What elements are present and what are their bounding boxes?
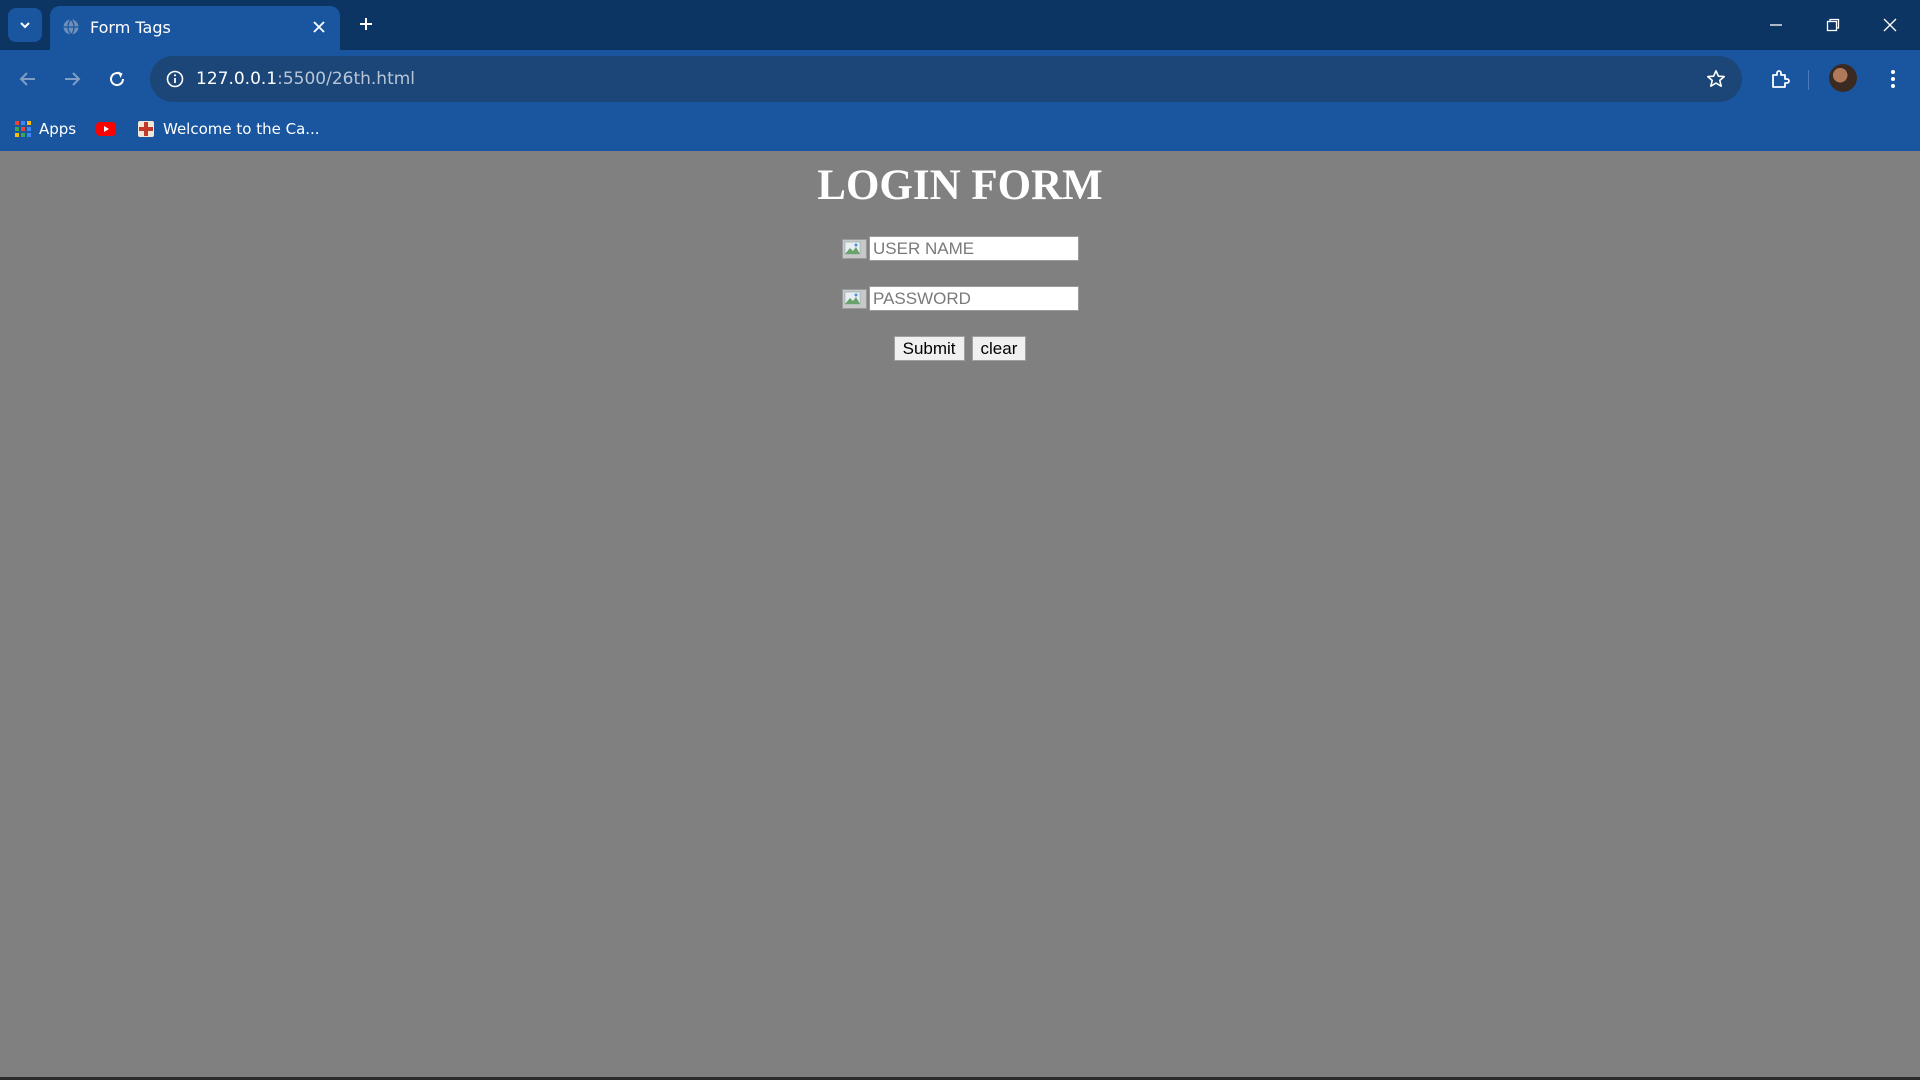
- extensions-button[interactable]: [1762, 60, 1800, 98]
- apps-grid-icon: [15, 121, 31, 137]
- arrow-right-icon: [65, 72, 81, 86]
- close-window-button[interactable]: [1862, 0, 1918, 50]
- url-host: 127.0.0.1: [196, 69, 278, 89]
- username-input[interactable]: [869, 236, 1079, 261]
- restore-icon: [1826, 18, 1840, 32]
- url-text[interactable]: 127.0.0.1:5500/26th.html: [196, 69, 415, 89]
- kebab-menu-icon: [1891, 70, 1895, 88]
- bookmark-apps[interactable]: Apps: [15, 116, 76, 142]
- back-button[interactable]: [10, 61, 46, 97]
- close-icon: [1883, 18, 1897, 32]
- minimize-icon: [1770, 24, 1782, 26]
- clear-button[interactable]: clear: [971, 336, 1027, 361]
- url-path: :5500/26th.html: [277, 69, 416, 89]
- password-row: [842, 286, 1079, 311]
- restore-button[interactable]: [1805, 0, 1861, 50]
- submit-button[interactable]: Submit: [893, 336, 965, 361]
- tab-close-button[interactable]: [308, 16, 330, 38]
- browser-menu-button[interactable]: [1876, 62, 1910, 96]
- bookmark-welcome[interactable]: Welcome to the Ca...: [137, 116, 320, 142]
- reload-button[interactable]: [99, 61, 135, 97]
- plus-icon: [360, 18, 372, 30]
- toolbar-divider: [1808, 70, 1809, 90]
- bookmarks-bar: Apps Welcome to the Ca...: [0, 108, 1920, 151]
- browser-toolbar: 127.0.0.1:5500/26th.html: [0, 50, 1920, 108]
- profile-avatar[interactable]: [1829, 64, 1857, 92]
- form-buttons: Submit clear: [0, 336, 1920, 361]
- new-tab-button[interactable]: [352, 10, 380, 38]
- tab-active[interactable]: Form Tags: [50, 6, 340, 50]
- page-content: LOGIN FORM Submit clear: [0, 151, 1920, 1077]
- bookmark-apps-label: Apps: [39, 120, 77, 138]
- browser-chrome: Form Tags 127.0.0.1:5500/26th.html Apps …: [0, 0, 1920, 151]
- bookmark-welcome-label: Welcome to the Ca...: [163, 120, 320, 138]
- broken-image-icon: [842, 288, 867, 309]
- minimize-button[interactable]: [1748, 0, 1804, 50]
- site-info-icon[interactable]: [162, 66, 188, 92]
- puzzle-icon: [1772, 70, 1790, 88]
- password-input[interactable]: [869, 286, 1079, 311]
- bookmark-youtube[interactable]: [96, 116, 116, 142]
- tab-strip: Form Tags: [0, 0, 1920, 50]
- address-bar[interactable]: 127.0.0.1:5500/26th.html: [150, 56, 1742, 102]
- bookmark-star-icon[interactable]: [1702, 65, 1730, 93]
- username-row: [842, 236, 1079, 261]
- tab-title: Form Tags: [90, 18, 171, 37]
- arrow-left-icon: [19, 72, 35, 86]
- youtube-icon: [96, 122, 116, 136]
- broken-image-icon: [842, 238, 867, 259]
- chevron-down-icon: [20, 22, 30, 29]
- forward-button[interactable]: [54, 61, 90, 97]
- globe-icon: [63, 19, 79, 35]
- reload-icon: [110, 71, 125, 87]
- tab-search-button[interactable]: [8, 8, 42, 42]
- page-title: LOGIN FORM: [817, 162, 1103, 209]
- shield-cross-icon: [138, 121, 154, 137]
- close-icon: [313, 21, 325, 33]
